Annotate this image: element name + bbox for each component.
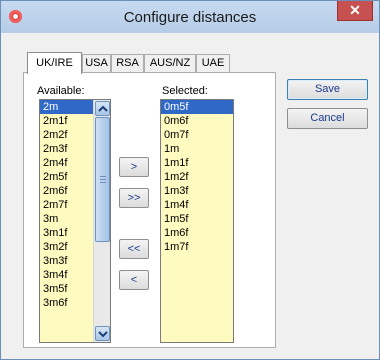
available-scrollbar[interactable] <box>93 100 110 342</box>
window-title: Configure distances <box>123 9 257 26</box>
title-bar[interactable]: Configure distances ✕ <box>1 1 379 33</box>
list-item[interactable]: 0m7f <box>161 128 233 142</box>
remove-all-button[interactable]: << <box>119 239 149 259</box>
list-item[interactable]: 0m5f <box>161 100 233 114</box>
selected-items: 0m5f 0m6f 0m7f 1m 1m1f 1m2f 1m3f 1m4f 1m5f 1m6f 1m… <box>161 100 233 254</box>
list-item[interactable]: 1m1f <box>161 156 233 170</box>
list-item[interactable]: 1m4f <box>161 198 233 212</box>
available-label: Available: <box>37 85 85 97</box>
add-all-button[interactable]: >> <box>119 188 149 208</box>
chevron-down-icon <box>98 331 108 338</box>
chevron-up-icon <box>98 105 108 112</box>
list-item[interactable]: 1m3f <box>161 184 233 198</box>
grip-icon <box>100 176 106 183</box>
selected-listbox[interactable]: 0m5f 0m6f 0m7f 1m 1m1f 1m2f 1m3f 1m4f 1m5f 1m6f 1m… <box>160 99 234 343</box>
scroll-down-button[interactable] <box>95 326 110 341</box>
tab-panel: Available: Selected: 2m 2m1f 2m2f 2m3f 2m4f 2… <box>23 72 276 348</box>
selected-label: Selected: <box>162 85 208 97</box>
tab-usa[interactable]: USA <box>82 54 111 73</box>
list-item[interactable]: 1m <box>161 142 233 156</box>
configure-distances-window: Configure distances ✕ UK/IRE USA RSA AUS… <box>0 0 380 360</box>
remove-button[interactable]: < <box>119 270 149 290</box>
available-listbox[interactable]: 2m 2m1f 2m2f 2m3f 2m4f 2m5f 2m6f 2m7f 3m 3m1f 3m2f… <box>39 99 111 343</box>
list-item[interactable]: 1m2f <box>161 170 233 184</box>
list-item[interactable]: 0m6f <box>161 114 233 128</box>
close-button[interactable]: ✕ <box>337 1 373 21</box>
tab-aus-nz[interactable]: AUS/NZ <box>144 54 196 73</box>
cancel-button[interactable]: Cancel <box>287 108 368 129</box>
scroll-up-button[interactable] <box>95 101 110 116</box>
list-item[interactable]: 1m6f <box>161 226 233 240</box>
scroll-thumb[interactable] <box>95 117 110 242</box>
save-button[interactable]: Save <box>287 79 368 100</box>
tab-rsa[interactable]: RSA <box>111 54 144 73</box>
list-item[interactable]: 1m5f <box>161 212 233 226</box>
tab-uae[interactable]: UAE <box>196 54 230 73</box>
add-button[interactable]: > <box>119 157 149 177</box>
tab-uk-ire[interactable]: UK/IRE <box>27 52 82 74</box>
list-item[interactable]: 1m7f <box>161 240 233 254</box>
